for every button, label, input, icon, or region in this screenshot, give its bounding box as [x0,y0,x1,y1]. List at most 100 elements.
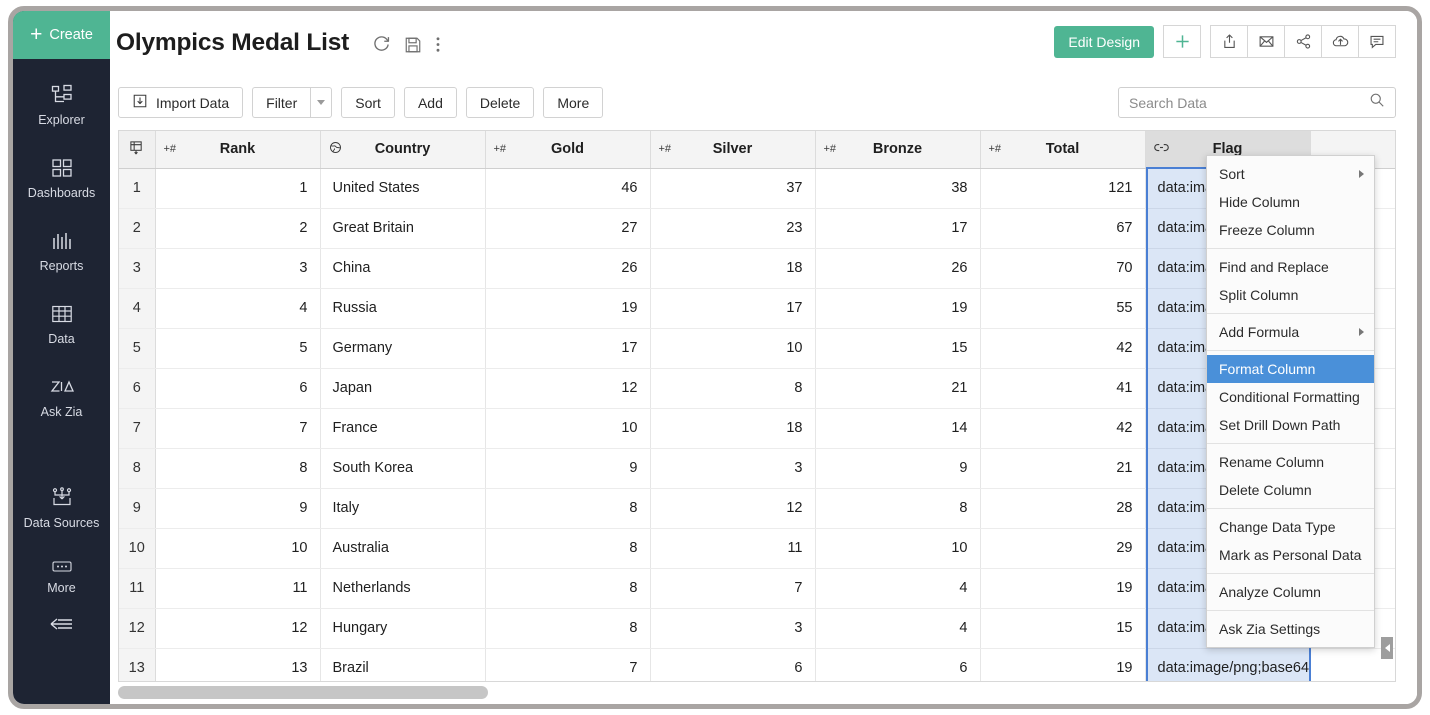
chevron-down-icon[interactable] [310,87,332,118]
cell-total[interactable]: 41 [980,368,1145,408]
cell-country[interactable]: United States [320,168,485,208]
row-number-cell[interactable]: 4 [119,288,155,328]
context-menu-item[interactable]: Ask Zia Settings [1207,615,1374,643]
context-menu-item[interactable]: Add Formula [1207,318,1374,346]
cell-total[interactable]: 42 [980,408,1145,448]
cell-gold[interactable]: 8 [485,568,650,608]
cell-gold[interactable]: 7 [485,648,650,682]
cell-country[interactable]: Netherlands [320,568,485,608]
cell-rank[interactable]: 13 [155,648,320,682]
search-icon[interactable] [1369,92,1385,113]
cell-bronze[interactable]: 4 [815,568,980,608]
table-row[interactable]: 88South Korea93921data:ima [119,448,1396,488]
cell-rank[interactable]: 2 [155,208,320,248]
cell-total[interactable]: 121 [980,168,1145,208]
search-input[interactable] [1129,95,1369,111]
table-row[interactable]: 11United States463738121data:ima [119,168,1396,208]
cell-total[interactable]: 19 [980,568,1145,608]
sort-button[interactable]: Sort [341,87,395,118]
row-number-cell[interactable]: 8 [119,448,155,488]
context-menu-item[interactable]: Hide Column [1207,188,1374,216]
cell-gold[interactable]: 27 [485,208,650,248]
sidebar-item-more[interactable]: More [13,553,110,601]
context-menu-item[interactable]: Freeze Column [1207,216,1374,244]
table-row[interactable]: 99Italy812828data:ima [119,488,1396,528]
column-header-bronze[interactable]: +# Bronze [815,131,980,168]
cell-gold[interactable]: 26 [485,248,650,288]
sidebar-item-dashboards[interactable]: Dashboards [13,150,110,206]
kebab-menu-icon[interactable] [435,35,441,59]
cell-bronze[interactable]: 10 [815,528,980,568]
cell-total[interactable]: 42 [980,328,1145,368]
context-menu-item[interactable]: Format Column [1207,355,1374,383]
import-data-button[interactable]: Import Data [118,87,243,118]
cell-country[interactable]: Italy [320,488,485,528]
table-row[interactable]: 22Great Britain27231767data:ima [119,208,1396,248]
export-icon-button[interactable] [1210,25,1248,58]
cell-gold[interactable]: 17 [485,328,650,368]
cell-silver[interactable]: 8 [650,368,815,408]
row-number-cell[interactable]: 3 [119,248,155,288]
cell-silver[interactable]: 18 [650,248,815,288]
cell-rank[interactable]: 5 [155,328,320,368]
collapse-sidebar-button[interactable] [13,601,110,638]
cell-country[interactable]: Australia [320,528,485,568]
cell-country[interactable]: China [320,248,485,288]
share-icon-button[interactable] [1284,25,1322,58]
cell-rank[interactable]: 1 [155,168,320,208]
cell-gold[interactable]: 8 [485,528,650,568]
cell-country[interactable]: Germany [320,328,485,368]
cell-country[interactable]: Brazil [320,648,485,682]
cell-bronze[interactable]: 21 [815,368,980,408]
cell-bronze[interactable]: 15 [815,328,980,368]
cell-total[interactable]: 55 [980,288,1145,328]
cloud-upload-icon-button[interactable] [1321,25,1359,58]
cell-rank[interactable]: 9 [155,488,320,528]
table-row[interactable]: 1212Hungary83415data:ima [119,608,1396,648]
table-row[interactable]: 1313Brazil76619data:image/png;base64, [119,648,1396,682]
row-select-header[interactable] [119,131,155,168]
table-row[interactable]: 33China26182670data:ima [119,248,1396,288]
context-menu-item[interactable]: Mark as Personal Data [1207,541,1374,569]
cell-silver[interactable]: 10 [650,328,815,368]
row-number-cell[interactable]: 5 [119,328,155,368]
cell-rank[interactable]: 8 [155,448,320,488]
cell-total[interactable]: 70 [980,248,1145,288]
context-menu-item[interactable]: Delete Column [1207,476,1374,504]
cell-gold[interactable]: 8 [485,608,650,648]
context-menu-item[interactable]: Change Data Type [1207,513,1374,541]
context-menu-item[interactable]: Split Column [1207,281,1374,309]
cell-silver[interactable]: 23 [650,208,815,248]
cell-bronze[interactable]: 17 [815,208,980,248]
context-menu-item[interactable]: Find and Replace [1207,253,1374,281]
row-number-cell[interactable]: 12 [119,608,155,648]
table-row[interactable]: 77France10181442data:ima [119,408,1396,448]
cell-rank[interactable]: 4 [155,288,320,328]
cell-gold[interactable]: 19 [485,288,650,328]
sidebar-item-reports[interactable]: Reports [13,223,110,279]
cell-country[interactable]: Great Britain [320,208,485,248]
cell-silver[interactable]: 17 [650,288,815,328]
cell-silver[interactable]: 6 [650,648,815,682]
create-button[interactable]: + Create [13,11,110,59]
cell-bronze[interactable]: 26 [815,248,980,288]
column-header-silver[interactable]: +# Silver [650,131,815,168]
sidebar-item-data-sources[interactable]: Data Sources [13,480,110,536]
context-menu-item[interactable]: Conditional Formatting [1207,383,1374,411]
cell-rank[interactable]: 12 [155,608,320,648]
sidebar-item-explorer[interactable]: Explorer [13,77,110,133]
cell-total[interactable]: 28 [980,488,1145,528]
cell-bronze[interactable]: 14 [815,408,980,448]
refresh-icon[interactable] [372,35,391,59]
cell-rank[interactable]: 7 [155,408,320,448]
cell-total[interactable]: 19 [980,648,1145,682]
row-number-cell[interactable]: 1 [119,168,155,208]
cell-rank[interactable]: 11 [155,568,320,608]
table-row[interactable]: 66Japan1282141data:ima [119,368,1396,408]
cell-country[interactable]: Hungary [320,608,485,648]
row-number-cell[interactable]: 10 [119,528,155,568]
context-menu-item[interactable]: Analyze Column [1207,578,1374,606]
cell-bronze[interactable]: 19 [815,288,980,328]
cell-gold[interactable]: 46 [485,168,650,208]
cell-bronze[interactable]: 6 [815,648,980,682]
